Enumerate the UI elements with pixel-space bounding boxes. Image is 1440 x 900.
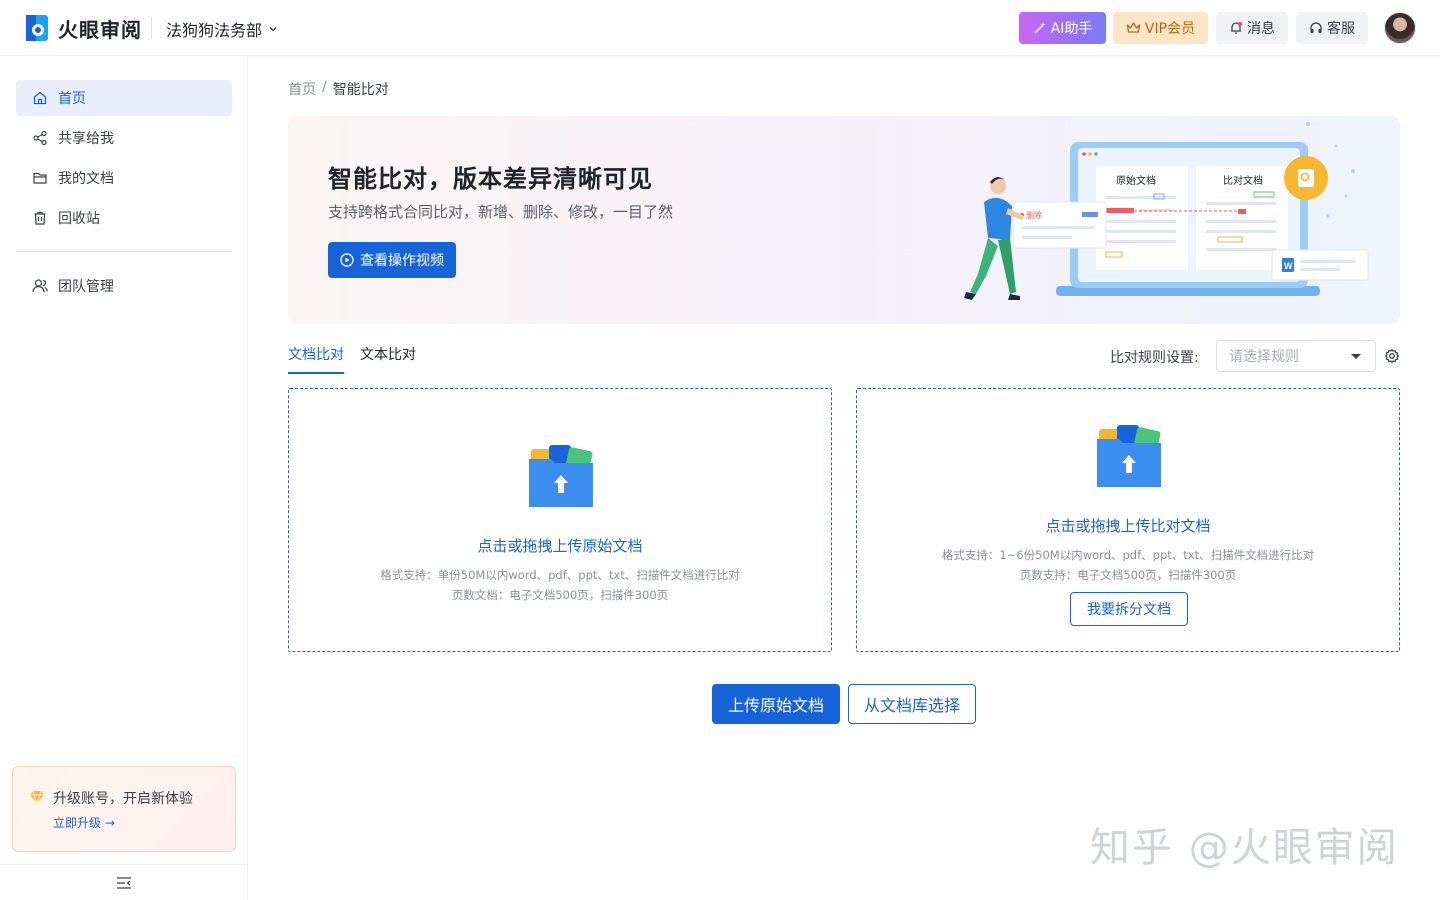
- sidebar-item-team[interactable]: 团队管理: [16, 268, 232, 304]
- upload-folder-icon: [529, 445, 593, 507]
- split-document-button[interactable]: 我要拆分文档: [1070, 592, 1188, 626]
- breadcrumb: 首页 / 智能比对: [288, 79, 389, 99]
- upload-compare-dropzone[interactable]: 点击或拖拽上传比对文档 格式支持：1~6份50M以内word、pdf、ppt、t…: [856, 388, 1400, 652]
- rule-setting-label: 比对规则设置:: [1110, 350, 1199, 366]
- caret-down-icon: [1351, 354, 1361, 359]
- org-name: 法狗狗法务部: [166, 21, 263, 40]
- play-circle-icon: [340, 253, 354, 267]
- upload-compare-format-note: 格式支持：1~6份50M以内word、pdf、ppt、txt、扫描件文档进行比对: [941, 548, 1315, 562]
- upgrade-card[interactable]: 升级账号，开启新体验 立即升级 →: [12, 766, 236, 852]
- bell-icon: [1231, 22, 1242, 34]
- folder-icon: [33, 172, 47, 184]
- breadcrumb-current: 智能比对: [332, 82, 389, 98]
- app-logo[interactable]: 火眼审阅: [24, 13, 142, 43]
- messages-label: 消息: [1247, 21, 1275, 37]
- customer-service-button[interactable]: 客服: [1296, 12, 1368, 44]
- org-switcher[interactable]: 法狗狗法务部: [166, 17, 278, 41]
- choose-from-library-button[interactable]: 从文档库选择: [848, 684, 976, 724]
- ai-assistant-button[interactable]: AI助手: [1019, 12, 1106, 44]
- header-divider: [151, 17, 152, 39]
- banner-subtitle: 支持跨格式合同比对，新增、删除、修改，一目了然: [328, 203, 674, 221]
- sidebar-item-label: 回收站: [58, 211, 100, 227]
- svg-text:W: W: [1284, 261, 1293, 271]
- crown-icon: [1126, 22, 1141, 33]
- upgrade-link[interactable]: 立即升级 →: [53, 814, 115, 831]
- sidebar: 首页 共享给我 我的文档 回收站 团队管理 升级账号，开启新体验 立即升级 →: [0, 56, 248, 900]
- top-header: 火眼审阅 法狗狗法务部 AI助手 VIP会员 消息 客服: [0, 0, 1440, 56]
- upload-original-dropzone[interactable]: 点击或拖拽上传原始文档 格式支持：单份50M以内word、pdf、ppt、txt…: [288, 388, 832, 652]
- messages-button[interactable]: 消息: [1216, 12, 1288, 44]
- user-avatar[interactable]: [1384, 12, 1416, 44]
- sidebar-item-home[interactable]: 首页: [16, 80, 232, 116]
- tab-text-compare[interactable]: 文本比对: [360, 344, 416, 372]
- upload-original-title: 点击或拖拽上传原始文档: [477, 537, 643, 555]
- gem-icon: [30, 790, 44, 804]
- illus-delete-tag: 删除: [1026, 210, 1042, 220]
- breadcrumb-separator: /: [322, 79, 327, 95]
- sidebar-footer-divider: [0, 864, 248, 865]
- watch-video-button[interactable]: 查看操作视频: [328, 242, 456, 278]
- sidebar-item-label: 我的文档: [58, 171, 114, 187]
- illus-left-doc-label: 原始文档: [1116, 174, 1156, 187]
- trash-icon: [34, 211, 46, 225]
- arrow-right-icon: →: [104, 816, 115, 830]
- upload-original-pages-note: 页数文档：电子文档500页，扫描件300页: [451, 588, 669, 602]
- feature-banner: 智能比对，版本差异清晰可见 支持跨格式合同比对，新增、删除、修改，一目了然 查看…: [288, 116, 1400, 324]
- vip-label: VIP会员: [1144, 21, 1196, 37]
- share-icon: [33, 130, 47, 146]
- illus-right-doc-label: 比对文档: [1223, 174, 1263, 187]
- collapse-sidebar-icon[interactable]: [116, 876, 132, 890]
- customer-service-label: 客服: [1327, 21, 1355, 37]
- team-icon: [32, 279, 48, 293]
- upload-original-button[interactable]: 上传原始文档: [712, 684, 840, 724]
- rule-select[interactable]: 请选择规则: [1216, 340, 1376, 372]
- upload-folder-icon: [1097, 425, 1161, 487]
- breadcrumb-home[interactable]: 首页: [288, 79, 316, 99]
- magic-wand-icon: [1034, 22, 1046, 34]
- chevron-down-icon: [269, 27, 277, 32]
- ai-assistant-label: AI助手: [1050, 21, 1093, 37]
- rule-select-placeholder: 请选择规则: [1229, 349, 1299, 365]
- watch-video-label: 查看操作视频: [360, 253, 444, 269]
- sidebar-item-label: 共享给我: [58, 131, 114, 147]
- tab-document-compare[interactable]: 文档比对: [288, 344, 344, 374]
- headset-icon: [1310, 22, 1322, 33]
- sidebar-item-shared[interactable]: 共享给我: [16, 120, 232, 156]
- sidebar-divider: [16, 251, 232, 252]
- upload-original-format-note: 格式支持：单份50M以内word、pdf、ppt、txt、扫描件文档进行比对: [380, 568, 740, 582]
- sidebar-item-recycle-bin[interactable]: 回收站: [16, 200, 232, 236]
- home-icon: [33, 91, 47, 105]
- watermark-text: 知乎 @火眼审阅: [1090, 825, 1399, 871]
- upload-compare-title: 点击或拖拽上传比对文档: [1045, 517, 1211, 535]
- gear-icon[interactable]: [1384, 348, 1400, 364]
- compare-illustration: 原始文档 比对文档 删除 W: [964, 122, 1369, 300]
- upgrade-link-label: 立即升级: [53, 816, 102, 830]
- logo-mark-icon: [26, 15, 48, 41]
- banner-title: 智能比对，版本差异清晰可见: [328, 165, 653, 193]
- upload-compare-pages-note: 页数支持：电子文档500页，扫描件300页: [1019, 568, 1237, 582]
- sidebar-item-label: 首页: [58, 91, 86, 107]
- vip-button[interactable]: VIP会员: [1113, 12, 1208, 44]
- sidebar-item-my-docs[interactable]: 我的文档: [16, 160, 232, 196]
- app-name: 火眼审阅: [58, 17, 142, 42]
- sidebar-item-label: 团队管理: [58, 279, 114, 295]
- upgrade-title: 升级账号，开启新体验: [53, 791, 193, 807]
